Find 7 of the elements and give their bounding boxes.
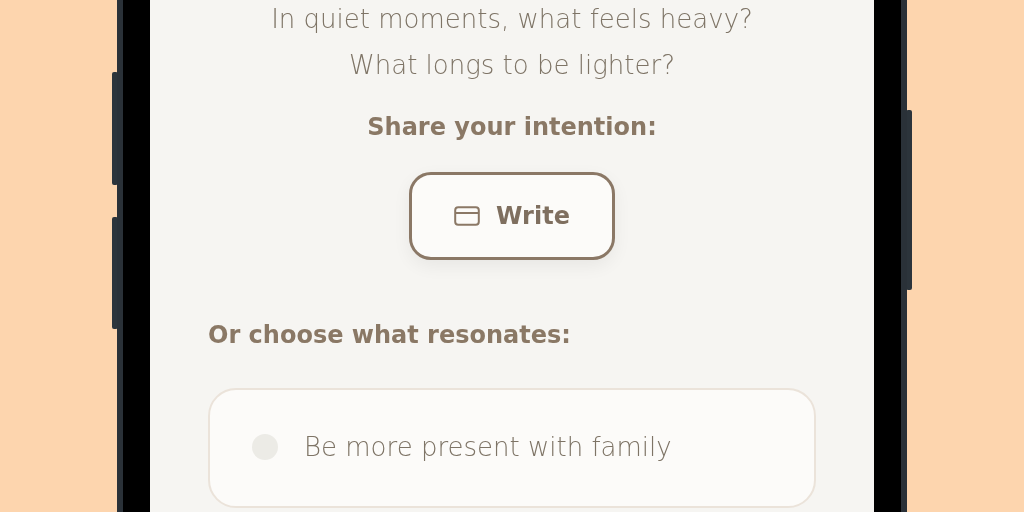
card-icon xyxy=(454,206,481,226)
option-card[interactable]: Be more present with family xyxy=(208,388,816,508)
prompt-text: In quiet moments, what feels heavy? xyxy=(270,3,754,36)
section-heading: Share your intention: xyxy=(366,112,658,143)
prompt-text: What longs to be lighter? xyxy=(348,49,676,82)
write-button[interactable]: Write xyxy=(409,172,615,260)
section-heading: Or choose what resonates: xyxy=(208,320,572,351)
